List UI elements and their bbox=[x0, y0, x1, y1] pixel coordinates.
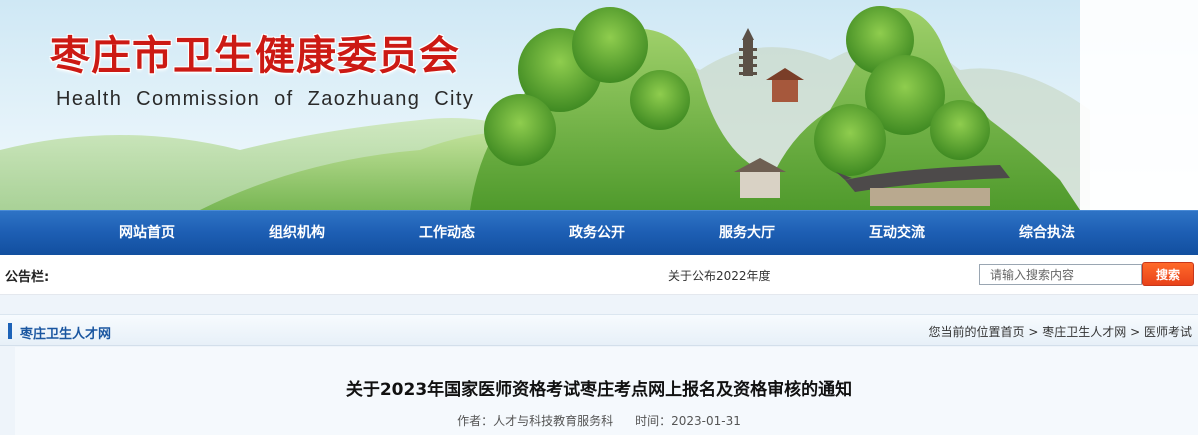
header-banner: 枣庄市卫生健康委员会 Health Commission of Zaozhuan… bbox=[0, 0, 1198, 210]
breadcrumb: 您当前的位置首页 > 枣庄卫生人才网 > 医师考试 bbox=[929, 323, 1192, 340]
nav-item-government-affairs[interactable]: 政务公开 bbox=[542, 211, 652, 256]
breadcrumb-item-talent-network[interactable]: 枣庄卫生人才网 bbox=[1042, 325, 1126, 339]
nav-item-interaction[interactable]: 互动交流 bbox=[842, 211, 952, 256]
nav-item-service-hall[interactable]: 服务大厅 bbox=[692, 211, 802, 256]
content-area: 枣庄卫生人才网 您当前的位置首页 > 枣庄卫生人才网 > 医师考试 关于2023… bbox=[0, 295, 1198, 435]
breadcrumb-prefix[interactable]: 您当前的位置首页 bbox=[929, 325, 1025, 339]
date-label: 时间： bbox=[635, 414, 672, 428]
article-meta: 作者：人才与科技教育服务科 时间：2023-01-31 bbox=[0, 412, 1198, 429]
search-input[interactable] bbox=[979, 264, 1142, 285]
site-title: 枣庄市卫生健康委员会 bbox=[50, 32, 460, 79]
section-title[interactable]: 枣庄卫生人才网 bbox=[20, 323, 111, 342]
breadcrumb-separator: > bbox=[1130, 325, 1141, 339]
section-header: 枣庄卫生人才网 您当前的位置首页 > 枣庄卫生人才网 > 医师考试 bbox=[0, 314, 1198, 346]
article-title: 关于2023年国家医师资格考试枣庄考点网上报名及资格审核的通知 bbox=[345, 380, 853, 400]
notice-label: 公告栏: bbox=[5, 270, 50, 285]
article-author: 人才与科技教育服务科 bbox=[493, 414, 614, 428]
breadcrumb-separator: > bbox=[1028, 325, 1039, 339]
search-button[interactable]: 搜索 bbox=[1142, 262, 1194, 286]
notice-marquee-link[interactable]: 关于公布2022年度 bbox=[668, 267, 778, 284]
breadcrumb-item-physician-exam[interactable]: 医师考试 bbox=[1144, 325, 1192, 339]
author-label: 作者： bbox=[457, 414, 494, 428]
article-date: 2023-01-31 bbox=[671, 414, 741, 428]
nav-item-work-news[interactable]: 工作动态 bbox=[392, 211, 502, 256]
nav-item-law-enforcement[interactable]: 综合执法 bbox=[992, 211, 1102, 256]
nav-item-home[interactable]: 网站首页 bbox=[92, 211, 202, 256]
main-nav: 网站首页 组织机构 工作动态 政务公开 服务大厅 互动交流 综合执法 bbox=[0, 210, 1198, 255]
site-subtitle: Health Commission of Zaozhuang City bbox=[56, 88, 475, 110]
nav-item-organization[interactable]: 组织机构 bbox=[242, 211, 352, 256]
section-marker bbox=[8, 323, 12, 339]
